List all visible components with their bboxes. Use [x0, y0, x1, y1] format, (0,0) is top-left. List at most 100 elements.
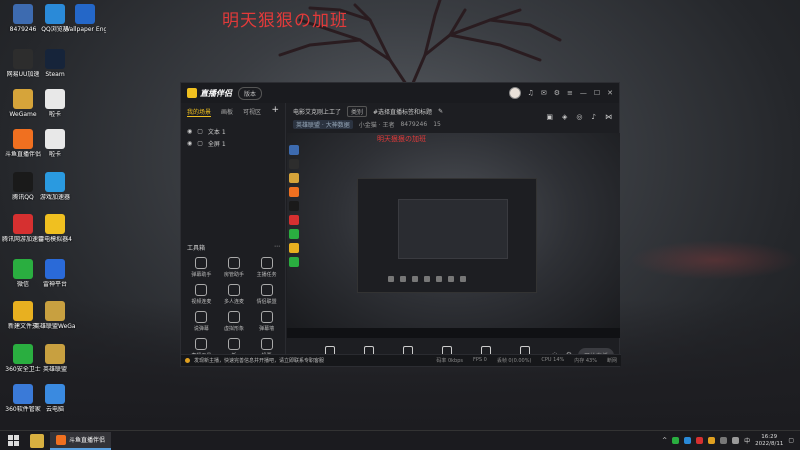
tab-board[interactable]: 画板 — [221, 107, 233, 117]
desktop-icon-label: Wallpaper Engine:... — [64, 26, 106, 33]
mail-icon[interactable]: ✉ — [541, 89, 547, 97]
eye-icon[interactable]: ◉ — [187, 128, 192, 135]
overlay-title: 明天狠狠の加班 — [222, 11, 348, 31]
tool-item[interactable]: 弹幕助手 — [185, 257, 218, 278]
tool-item[interactable]: 房管助手 — [218, 257, 251, 278]
fans-icon[interactable]: ◎ — [576, 113, 582, 121]
tool-icon — [227, 311, 240, 323]
network-icon[interactable] — [720, 437, 728, 444]
avatar[interactable] — [508, 87, 521, 99]
game-tag[interactable]: 英雄联盟 · 大神数据 — [293, 120, 353, 129]
desktop-icon[interactable]: 雷电模拟器4 — [34, 214, 76, 243]
ime-icon[interactable]: 中 — [744, 436, 750, 445]
lock-icon[interactable]: ▢ — [197, 128, 203, 135]
window-controls: ♫ ✉ ⚙ ≡ — ☐ ✕ — [508, 87, 613, 99]
desktop-icon[interactable]: 啦卡 — [34, 129, 76, 158]
room-id: 8479246 — [400, 121, 428, 128]
nested-preview — [398, 199, 508, 259]
scene-tabs: 我的场景 画板 可视区 + — [181, 103, 285, 121]
desktop-icon[interactable]: 游戏加速器 — [34, 172, 76, 201]
close-icon[interactable]: ✕ — [607, 89, 613, 97]
tool-item[interactable]: 多人连麦 — [218, 284, 251, 305]
clock-date: 2022/8/11 — [755, 440, 784, 447]
tool-label: 主播任务 — [256, 272, 277, 278]
clock[interactable]: 16:29 2022/8/11 — [755, 434, 783, 448]
tool-icon — [260, 338, 273, 350]
tool-icon — [260, 311, 273, 323]
tool-item[interactable]: 情侣联盟 — [250, 284, 283, 305]
tool-label: 房管助手 — [223, 272, 244, 278]
desktop-icon[interactable]: Wallpaper Engine:... — [64, 4, 106, 33]
tool-item[interactable]: 弹幕墙 — [250, 311, 283, 332]
tool-item[interactable]: 主播任务 — [250, 257, 283, 278]
tray-app-icon[interactable] — [708, 437, 716, 444]
category-button[interactable]: 类别 — [347, 106, 368, 117]
minimize-icon[interactable]: — — [580, 89, 587, 97]
status-stat: 码率 0kbps — [436, 358, 463, 364]
scene-panel: 我的场景 画板 可视区 + ◉ ▢ 文本 1 ◉ ▢ 全屏 1 工具箱 ⋯ 弹幕… — [181, 103, 286, 359]
eye-icon[interactable]: ◉ — [187, 140, 192, 147]
add-scene-icon[interactable]: + — [271, 106, 279, 117]
viewer-count: 15 — [433, 121, 441, 128]
room-subtitle[interactable]: #选择直播标签和标题 — [373, 107, 432, 116]
desktop-icon-label: 雷神平台 — [42, 281, 67, 288]
menu-icon[interactable]: ≡ — [567, 89, 573, 97]
tab-my-scene[interactable]: 我的场景 — [187, 107, 212, 117]
settings-icon[interactable]: ⚙ — [554, 89, 560, 97]
toolbox-more-icon[interactable]: ⋯ — [274, 243, 280, 252]
status-stat: 断网 — [606, 358, 617, 364]
room-level: 小金猫 · 王者 — [358, 122, 395, 129]
wechat-tray-icon[interactable] — [672, 437, 680, 444]
desktop-icon[interactable]: 云电脑 — [34, 384, 76, 413]
tab-visible[interactable]: 可视区 — [243, 107, 261, 117]
chevron-up-icon[interactable]: ^ — [662, 437, 667, 444]
nested-controls — [388, 276, 508, 284]
desktop-icon[interactable]: 英雄联盟WeGame版 — [34, 301, 76, 330]
tool-label: 弹幕助手 — [191, 272, 212, 278]
status-stat: 丢帧 0(0.00%) — [496, 358, 532, 364]
tray-app-icon[interactable] — [696, 437, 704, 444]
uu-icon — [13, 49, 33, 69]
toolbox-title: 工具箱 — [187, 245, 206, 252]
notification-icon[interactable]: ▢ — [788, 437, 794, 444]
lock-icon[interactable]: ▢ — [197, 140, 203, 147]
tool-item[interactable]: 虚拟形象 — [218, 311, 251, 332]
scene-item[interactable]: ◉ ▢ 文本 1 — [187, 125, 279, 137]
tool-item[interactable]: 视频连麦 — [185, 284, 218, 305]
volume-icon[interactable] — [732, 437, 740, 444]
tool-item[interactable]: 说弹幕 — [185, 311, 218, 332]
preview-taskbar — [287, 328, 620, 338]
room-title[interactable]: 电影艾克刚上工了 — [293, 107, 341, 116]
tool-icon — [227, 338, 240, 350]
scene-item[interactable]: ◉ ▢ 全屏 1 — [187, 137, 279, 149]
file-explorer-icon[interactable] — [30, 433, 44, 448]
browser-icon — [45, 4, 65, 24]
taskbar-app-douyu[interactable]: 斗鱼直播伴侣 — [50, 431, 112, 450]
share-icon[interactable]: ⋈ — [605, 113, 612, 121]
edit-icon[interactable]: ✎ — [438, 108, 443, 115]
scene-list: ◉ ▢ 文本 1 ◉ ▢ 全屏 1 — [181, 121, 285, 153]
desktop-icon[interactable]: Steam — [34, 49, 76, 78]
game-icon — [45, 172, 65, 192]
qq-tray-icon[interactable] — [684, 437, 692, 444]
desktop-icon[interactable]: 英雄联盟 — [34, 344, 76, 373]
maximize-icon[interactable]: ☐ — [594, 89, 600, 97]
stream-preview[interactable]: 明天狠狠の加班 — [287, 133, 620, 338]
desktop-icon[interactable]: 雷神平台 — [34, 259, 76, 288]
scene-label: 全屏 1 — [207, 140, 226, 148]
scene-label: 文本 1 — [207, 128, 226, 136]
windows-start-icon[interactable] — [4, 432, 22, 450]
headset-icon[interactable]: ♫ — [528, 89, 534, 97]
toolbox-header: 工具箱 ⋯ — [187, 243, 280, 252]
status-notice[interactable]: 发现新主播，快速完善信息并开播吧，请立即联系专职客服 — [194, 357, 324, 364]
rank-icon[interactable]: ▣ — [546, 113, 553, 121]
preview-desktop-icons — [289, 143, 311, 271]
version-button[interactable]: 版本 — [238, 86, 263, 100]
360soft-icon — [13, 384, 33, 404]
wechat-icon — [13, 259, 33, 279]
desktop-icon[interactable]: 啦卡 — [34, 89, 76, 118]
main-panel: 电影艾克刚上工了 类别 #选择直播标签和标题 ✎ 英雄联盟 · 大神数据 小金猫… — [287, 103, 620, 365]
douyu-icon — [56, 434, 66, 445]
gift-icon[interactable]: ◈ — [562, 113, 567, 121]
bell-icon[interactable]: ♪ — [592, 113, 596, 121]
